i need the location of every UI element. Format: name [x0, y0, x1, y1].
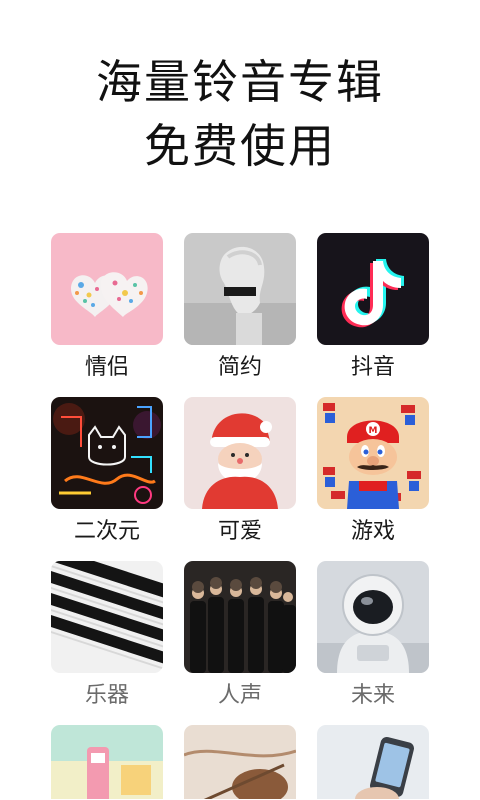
promo-headline-line1: 海量铃音专辑 — [96, 55, 384, 109]
album-thumbnail-partial-3 — [317, 725, 429, 799]
album-grid: 情侣 简约 抖音 二次元 可爱 M 游戏 乐器 人声 未来 — [51, 233, 429, 799]
album-tile-vocal[interactable]: 人声 — [184, 561, 296, 725]
album-tile-anime[interactable]: 二次元 — [51, 397, 163, 561]
album-thumbnail-douyin — [317, 233, 429, 345]
album-tile-cute[interactable]: 可爱 — [184, 397, 296, 561]
album-thumbnail-partial-1 — [51, 725, 163, 799]
album-tile-instrument[interactable]: 乐器 — [51, 561, 163, 725]
album-thumbnail-instrument — [51, 561, 163, 673]
album-thumbnail-partial-2 — [184, 725, 296, 799]
album-tile-partial-2[interactable] — [184, 725, 296, 799]
album-label: 可爱 — [217, 519, 262, 544]
album-thumbnail-game: M — [317, 397, 429, 509]
album-label: 简约 — [217, 355, 262, 380]
album-label: 乐器 — [84, 683, 129, 708]
album-tile-douyin[interactable]: 抖音 — [317, 233, 429, 397]
album-tile-minimal[interactable]: 简约 — [184, 233, 296, 397]
album-label: 未来 — [350, 683, 395, 708]
album-thumbnail-cute — [184, 397, 296, 509]
album-thumbnail-anime — [51, 397, 163, 509]
album-thumbnail-couple — [51, 233, 163, 345]
album-label: 二次元 — [73, 519, 140, 544]
album-label: 人声 — [217, 683, 262, 708]
album-thumbnail-vocal — [184, 561, 296, 673]
album-thumbnail-future — [317, 561, 429, 673]
album-tile-game[interactable]: M 游戏 — [317, 397, 429, 561]
album-tile-partial-3[interactable] — [317, 725, 429, 799]
album-tile-couple[interactable]: 情侣 — [51, 233, 163, 397]
promo-headline-line2: 免费使用 — [144, 119, 336, 173]
album-thumbnail-minimal — [184, 233, 296, 345]
album-label: 游戏 — [350, 519, 395, 544]
album-tile-future[interactable]: 未来 — [317, 561, 429, 725]
album-tile-partial-1[interactable] — [51, 725, 163, 799]
album-label: 抖音 — [350, 355, 395, 380]
svg-text:M: M — [369, 426, 378, 436]
album-label: 情侣 — [84, 355, 129, 380]
